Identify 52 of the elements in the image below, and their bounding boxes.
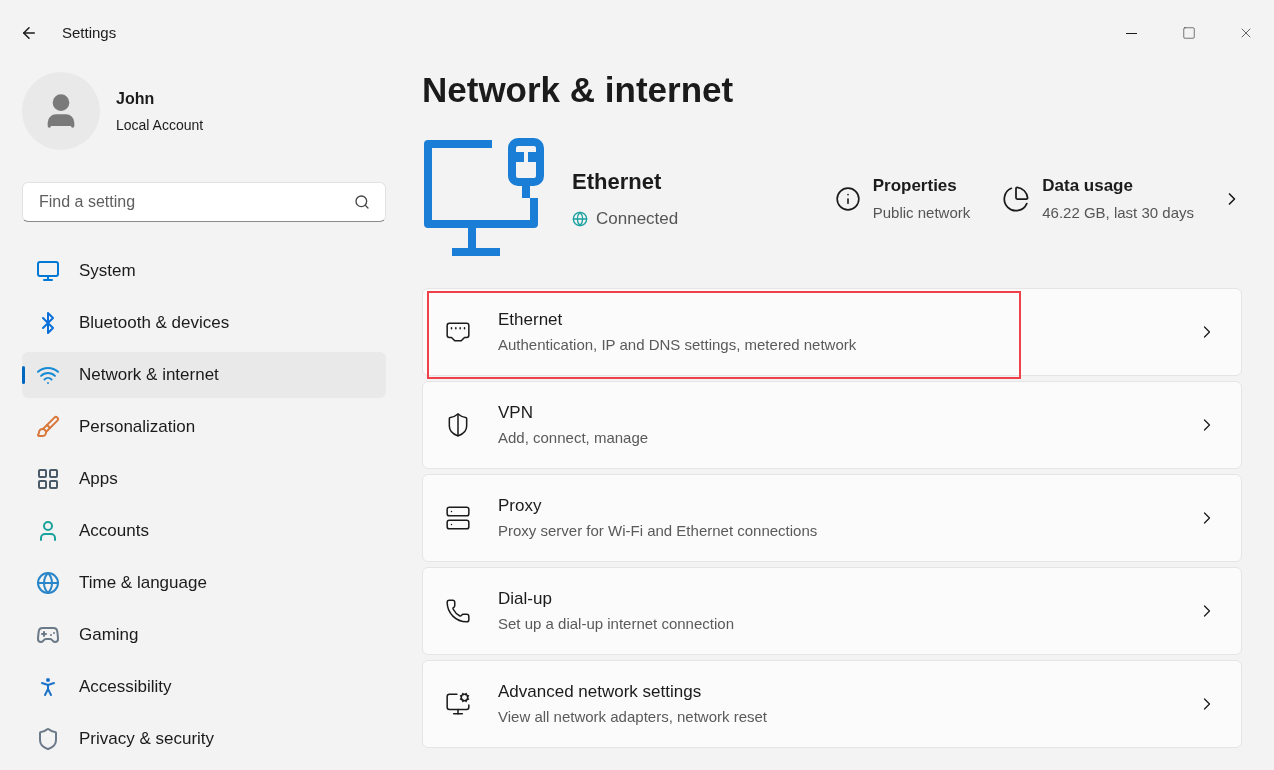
data-usage-value: 46.22 GB, last 30 days xyxy=(1042,203,1194,223)
selection-indicator xyxy=(22,366,25,384)
properties-title: Properties xyxy=(872,174,958,197)
data-usage-title: Data usage xyxy=(1042,174,1134,197)
row-title: Dial-up xyxy=(498,587,553,610)
settings-row[interactable]: Proxy Proxy server for Wi-Fi and Ethernet connections xyxy=(422,473,1242,562)
row-subtitle: Authentication, IP and DNS settings, metered network xyxy=(498,335,857,355)
row-subtitle: View all network adapters, network reset xyxy=(498,707,768,727)
settings-row[interactable]: VPN Add, connect, manage xyxy=(422,380,1242,469)
row-title: Proxy xyxy=(498,494,543,517)
account-type: Local Account xyxy=(116,115,204,135)
connection-status: Connected xyxy=(596,208,679,231)
search-icon xyxy=(354,194,370,210)
minimize-icon xyxy=(1126,32,1137,34)
row-title: Ethernet xyxy=(498,308,564,331)
maximize-icon xyxy=(1181,26,1196,40)
settings-row[interactable]: Ethernet Authentication, IP and DNS settings, metered network xyxy=(422,287,1242,376)
row-title: Advanced network settings xyxy=(498,680,703,703)
row-title: VPN xyxy=(498,401,534,424)
connection-name: Ethernet xyxy=(572,168,663,197)
brush-icon xyxy=(36,415,60,439)
apps-grid-icon xyxy=(36,467,60,491)
globe-icon xyxy=(36,571,60,595)
properties-value: Public network xyxy=(872,203,971,223)
sidebar-item[interactable]: Apps xyxy=(22,456,386,502)
search-field[interactable]: Find a setting xyxy=(22,182,386,222)
sidebar-item[interactable]: Accessibility xyxy=(22,664,386,710)
sidebar-item[interactable]: Gaming xyxy=(22,612,386,658)
monitor-icon xyxy=(445,690,471,717)
settings-row[interactable]: Advanced network settings View all network adapters, network reset xyxy=(422,659,1242,748)
sidebar-item[interactable]: Network & internet xyxy=(22,352,386,398)
shield-icon xyxy=(36,727,60,751)
sidebar-item[interactable]: Bluetooth & devices xyxy=(22,300,386,346)
row-subtitle: Add, connect, manage xyxy=(498,428,649,448)
pie-chart-icon xyxy=(1002,184,1031,213)
sidebar-item[interactable]: Accounts xyxy=(22,508,386,554)
sidebar-item[interactable]: Time & language xyxy=(22,560,386,606)
monitor-icon xyxy=(36,259,60,283)
page-title: Network & internet xyxy=(422,69,735,111)
row-subtitle: Proxy server for Wi-Fi and Ethernet connections xyxy=(498,521,818,541)
phone-icon xyxy=(445,597,471,624)
account-name: John xyxy=(116,88,156,109)
sidebar-item[interactable]: Personalization xyxy=(22,404,386,450)
globe-icon xyxy=(572,211,588,227)
window-title: Settings xyxy=(62,22,117,43)
sidebar-item[interactable]: Privacy & security xyxy=(22,716,386,762)
row-subtitle: Set up a dial-up internet connection xyxy=(498,614,734,634)
server-icon xyxy=(445,504,471,531)
back-icon[interactable] xyxy=(20,24,38,42)
settings-row[interactable]: Dial-up Set up a dial-up internet connection xyxy=(422,566,1242,655)
sidebar-item[interactable]: System xyxy=(22,248,386,294)
info-icon xyxy=(834,185,861,212)
